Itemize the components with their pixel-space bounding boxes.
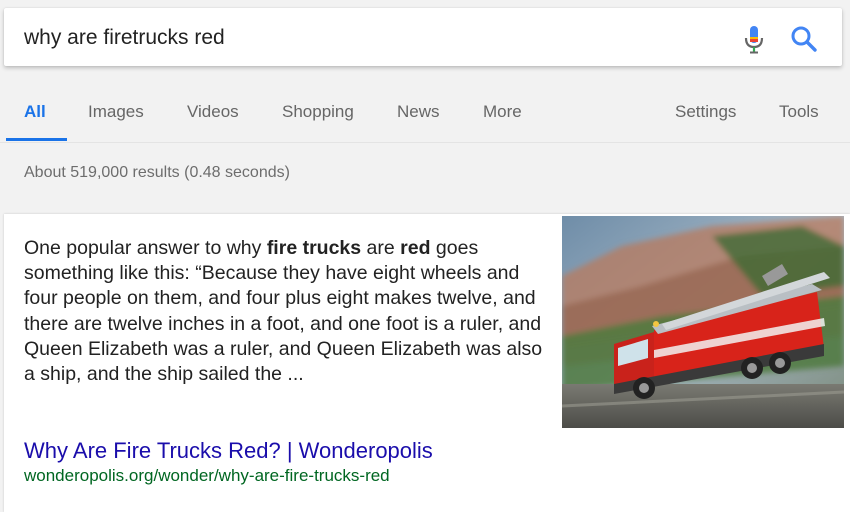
tab-settings[interactable]: Settings <box>675 102 736 122</box>
active-tab-indicator <box>6 138 67 141</box>
search-tabs: All Images Videos Shopping News More Set… <box>0 94 850 144</box>
fire-truck-image[interactable] <box>562 216 844 428</box>
result-stats: About 519,000 results (0.48 seconds) <box>24 164 290 181</box>
search-box[interactable] <box>4 8 842 66</box>
tab-all[interactable]: All <box>24 102 46 122</box>
search-icon[interactable] <box>790 25 818 53</box>
snippet-text: One popular answer to why fire trucks ar… <box>24 236 544 387</box>
tab-more[interactable]: More <box>483 102 522 122</box>
tab-news[interactable]: News <box>397 102 440 122</box>
snippet-text-part: One popular answer to why <box>24 237 267 259</box>
result-url[interactable]: wonderopolis.org/wonder/why-are-fire-tru… <box>24 466 390 486</box>
microphone-icon[interactable] <box>740 24 768 56</box>
tab-videos[interactable]: Videos <box>187 102 239 122</box>
snippet-bold-term: red <box>400 237 431 259</box>
tab-tools[interactable]: Tools <box>779 102 819 122</box>
tab-images[interactable]: Images <box>88 102 144 122</box>
snippet-bold-term: fire trucks <box>266 237 362 259</box>
search-input[interactable] <box>24 22 704 54</box>
tabs-divider <box>0 142 850 143</box>
snippet-text-part: are <box>361 237 401 259</box>
featured-snippet: One popular answer to why fire trucks ar… <box>4 214 850 512</box>
snippet-text-part: goes something like this: “Because they … <box>24 237 543 386</box>
tab-shopping[interactable]: Shopping <box>282 102 354 122</box>
result-title-link[interactable]: Why Are Fire Trucks Red? | Wonderopolis <box>24 438 433 464</box>
